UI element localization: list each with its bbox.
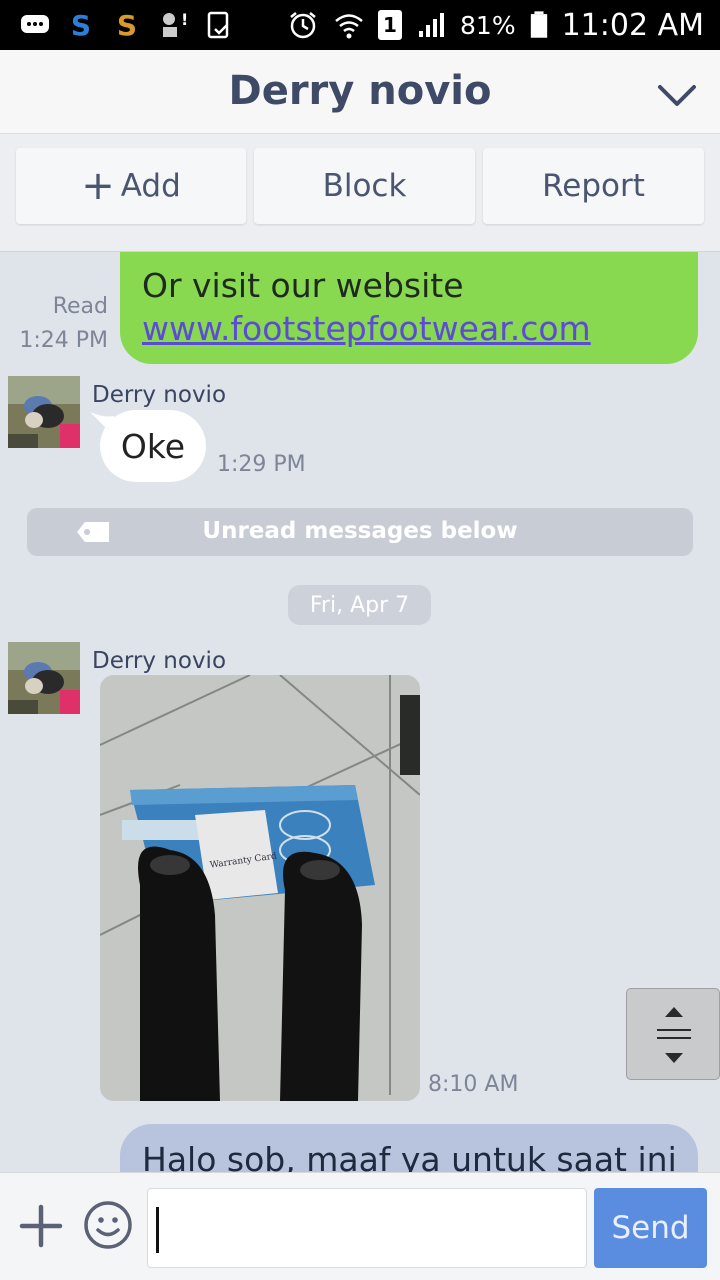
- scroll-arrows-icon: [657, 1007, 691, 1063]
- sender-name: Derry novio: [92, 382, 227, 408]
- add-friend-button[interactable]: + Add: [16, 148, 246, 224]
- message-text: Or visit our website: [142, 266, 464, 305]
- skype-icon: S: [110, 8, 144, 42]
- incoming-message-bubble[interactable]: Oke: [100, 410, 206, 482]
- website-link[interactable]: www.footstepfootwear.com: [142, 307, 698, 350]
- status-bar-right: 1 81% 11:02 AM: [286, 6, 704, 44]
- message-time: 1:24 PM: [19, 328, 108, 353]
- text-cursor: [156, 1207, 159, 1253]
- chevron-down-icon[interactable]: [656, 74, 698, 116]
- avatar[interactable]: [8, 376, 80, 448]
- messages-icon: [18, 8, 52, 42]
- battery-percent: 81%: [460, 10, 516, 40]
- chat-title: Derry novio: [228, 68, 492, 114]
- chat-header: Derry novio: [0, 50, 720, 134]
- svg-text:S: S: [71, 9, 91, 41]
- clock: 11:02 AM: [561, 7, 704, 43]
- contact-action-bar: + Add Block Report: [0, 134, 720, 252]
- emoji-icon[interactable]: [82, 1199, 134, 1251]
- message-input-bar: Send: [0, 1172, 720, 1280]
- sim-icon: 1: [378, 10, 403, 40]
- avatar[interactable]: [8, 642, 80, 714]
- plus-icon: +: [81, 163, 115, 209]
- scroll-widget[interactable]: [626, 988, 720, 1080]
- plus-icon[interactable]: [18, 1203, 64, 1249]
- report-label: Report: [542, 168, 645, 204]
- read-receipt: Read: [52, 294, 108, 319]
- unread-banner: Unread messages below: [27, 508, 693, 556]
- wifi-icon: [332, 8, 366, 42]
- message-time: 8:10 AM: [428, 1072, 519, 1097]
- message-input[interactable]: [147, 1188, 587, 1268]
- sender-name: Derry novio: [92, 648, 227, 674]
- block-label: Block: [322, 168, 407, 204]
- send-button[interactable]: Send: [594, 1188, 707, 1268]
- skype-icon: S: [64, 8, 98, 42]
- outgoing-message-bubble[interactable]: Halo sob, maaf ya untuk saat ini: [120, 1124, 698, 1172]
- svg-text:!: !: [181, 10, 188, 29]
- status-bar-left: S S !: [18, 6, 236, 44]
- photo-message[interactable]: Warranty Card: [100, 675, 420, 1101]
- outgoing-message-bubble[interactable]: Or visit our website www.footstepfootwea…: [120, 252, 698, 364]
- unread-text: Unread messages below: [202, 518, 518, 544]
- clipboard-icon: [202, 8, 236, 42]
- alarm-icon: [286, 8, 320, 42]
- notification-icon: !: [156, 8, 190, 42]
- svg-text:S: S: [117, 9, 137, 41]
- block-button[interactable]: Block: [254, 148, 475, 224]
- report-button[interactable]: Report: [483, 148, 704, 224]
- add-label: Add: [120, 168, 181, 204]
- chat-messages[interactable]: Read 1:24 PM Or visit our website www.fo…: [0, 252, 720, 1172]
- battery-icon: [528, 8, 550, 42]
- message-time: 1:29 PM: [217, 452, 306, 477]
- date-divider: Fri, Apr 7: [288, 585, 431, 625]
- status-bar: S S ! 1 81% 11:02 AM: [0, 0, 720, 50]
- signal-icon: [414, 8, 448, 42]
